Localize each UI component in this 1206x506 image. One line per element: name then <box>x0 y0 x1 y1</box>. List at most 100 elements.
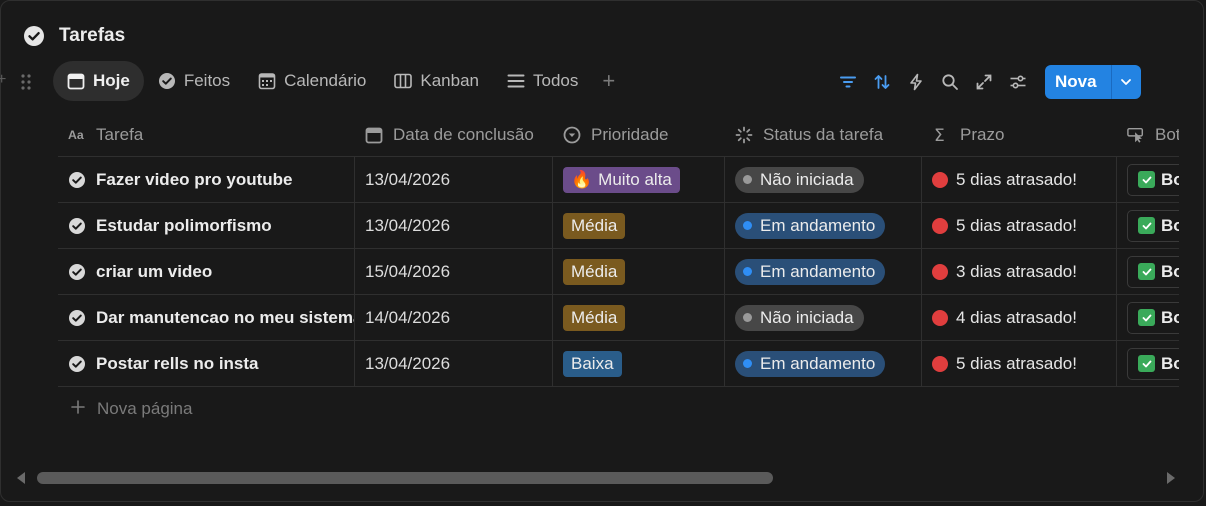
chevron-down-icon <box>1121 79 1131 85</box>
new-entry-button: Nova <box>1045 65 1141 99</box>
column-header-botao[interactable]: Botã <box>1117 113 1179 156</box>
column-header-prazo[interactable]: Σ Prazo <box>922 113 1117 156</box>
check-circle-icon <box>69 309 85 326</box>
tab-todos[interactable]: Todos <box>493 61 592 101</box>
column-label: Botã <box>1155 124 1179 144</box>
cell-status[interactable]: Não iniciada <box>725 295 922 340</box>
checkbox-icon <box>1138 355 1155 372</box>
fire-icon: 🔥 <box>571 169 593 189</box>
formula-sigma-icon: Σ <box>932 126 950 144</box>
cell-priority[interactable]: Média <box>553 203 725 248</box>
cell-date[interactable]: 13/04/2026 <box>355 341 553 386</box>
cell-button: Bot <box>1117 341 1179 386</box>
plus-icon <box>71 399 85 419</box>
cell-task[interactable]: Estudar polimorfismo <box>58 203 355 248</box>
calendar-icon <box>67 72 85 90</box>
page-title[interactable]: Tarefas <box>59 25 125 47</box>
column-label: Status da tarefa <box>763 124 884 144</box>
table-row[interactable]: Fazer video pro youtube 13/04/2026 🔥 Mui… <box>58 157 1179 203</box>
tab-hoje[interactable]: Hoje <box>53 61 144 101</box>
cell-button: Bot <box>1117 249 1179 294</box>
column-header-tarefa[interactable]: Aa Tarefa <box>58 113 355 156</box>
status-label: Em andamento <box>760 215 876 235</box>
settings-sliders-icon[interactable] <box>1001 65 1035 99</box>
table-row[interactable]: Postar rells no insta 13/04/2026 Baixa E… <box>58 341 1179 387</box>
pointer-icon <box>1127 126 1145 144</box>
cell-deadline[interactable]: 5 dias atrasado! <box>922 203 1117 248</box>
new-button[interactable]: Nova <box>1045 65 1111 99</box>
expand-icon[interactable] <box>967 65 1001 99</box>
lightning-icon[interactable] <box>899 65 933 99</box>
row-action-button[interactable]: Bot <box>1127 301 1179 334</box>
red-circle-icon <box>932 217 948 234</box>
cell-task[interactable]: criar um video <box>58 249 355 294</box>
cell-status[interactable]: Não iniciada <box>725 157 922 202</box>
select-icon <box>563 126 581 144</box>
cell-priority[interactable]: Baixa <box>553 341 725 386</box>
cell-status[interactable]: Em andamento <box>725 203 922 248</box>
table-row[interactable]: Estudar polimorfismo 13/04/2026 Média Em… <box>58 203 1179 249</box>
cell-task[interactable]: Fazer video pro youtube <box>58 157 355 202</box>
cell-date[interactable]: 13/04/2026 <box>355 203 553 248</box>
horizontal-scrollbar[interactable] <box>15 469 1177 487</box>
cell-priority[interactable]: Média <box>553 295 725 340</box>
task-title: Estudar polimorfismo <box>96 215 272 235</box>
scrollbar-thumb[interactable] <box>37 472 773 484</box>
filter-icon[interactable] <box>831 65 865 99</box>
search-icon[interactable] <box>933 65 967 99</box>
new-page-button[interactable]: Nova página <box>71 399 192 419</box>
cell-deadline[interactable]: 5 dias atrasado! <box>922 157 1117 202</box>
cell-deadline[interactable]: 4 dias atrasado! <box>922 295 1117 340</box>
table-row[interactable]: Dar manutencao no meu sistema 14/04/2026… <box>58 295 1179 341</box>
kanban-icon <box>394 72 413 90</box>
row-action-button[interactable]: Bot <box>1127 347 1179 380</box>
cell-task[interactable]: Postar rells no insta <box>58 341 355 386</box>
cell-status[interactable]: Em andamento <box>725 249 922 294</box>
cell-deadline[interactable]: 5 dias atrasado! <box>922 341 1117 386</box>
button-label: Bot <box>1161 169 1179 189</box>
scroll-right-arrow-icon[interactable] <box>1167 472 1175 484</box>
scroll-left-arrow-icon[interactable] <box>17 472 25 484</box>
new-options-dropdown[interactable] <box>1110 65 1141 99</box>
new-page-label: Nova página <box>97 399 193 418</box>
cell-task[interactable]: Dar manutencao no meu sistema <box>58 295 355 340</box>
cell-priority[interactable]: Média <box>553 249 725 294</box>
database-view: Tarefas + Hoje Feitos Calendário Kanban … <box>0 0 1204 502</box>
cell-date[interactable]: 15/04/2026 <box>355 249 553 294</box>
cell-priority[interactable]: 🔥 Muito alta <box>553 157 725 202</box>
check-circle-icon <box>69 263 85 280</box>
calendar-grid-icon <box>258 72 276 90</box>
add-block-icon[interactable]: + <box>0 71 6 89</box>
tab-label: Kanban <box>420 71 479 90</box>
drag-handle-icon[interactable] <box>20 73 32 91</box>
button-label: Bot <box>1161 353 1179 373</box>
sort-icon[interactable] <box>865 65 899 99</box>
column-header-data[interactable]: Data de conclusão <box>355 113 553 156</box>
task-title: Fazer video pro youtube <box>96 169 293 189</box>
add-view-icon[interactable]: + <box>592 61 625 101</box>
tab-label: Hoje <box>93 71 130 90</box>
tab-calendario[interactable]: Calendário <box>244 61 380 101</box>
priority-label: Muito alta <box>598 169 672 189</box>
tab-kanban[interactable]: Kanban <box>380 61 493 101</box>
row-action-button[interactable]: Bot <box>1127 255 1179 288</box>
red-circle-icon <box>932 309 948 326</box>
row-action-button[interactable]: Bot <box>1127 209 1179 242</box>
column-header-prioridade[interactable]: Prioridade <box>553 113 725 156</box>
column-label: Data de conclusão <box>393 124 534 144</box>
priority-label: Média <box>571 261 618 281</box>
column-header-status[interactable]: Status da tarefa <box>725 113 922 156</box>
tab-label: Feitos <box>183 71 231 90</box>
view-toolbar: Nova <box>831 65 1141 99</box>
table-row[interactable]: criar um video 15/04/2026 Média Em andam… <box>58 249 1179 295</box>
view-tabs-row: + Hoje Feitos Calendário Kanban Todos + … <box>0 61 1206 101</box>
cell-deadline[interactable]: 3 dias atrasado! <box>922 249 1117 294</box>
row-action-button[interactable]: Bot <box>1127 163 1179 196</box>
cell-date[interactable]: 13/04/2026 <box>355 157 553 202</box>
tab-feitos[interactable]: Feitos <box>144 61 244 101</box>
cell-status[interactable]: Em andamento <box>725 341 922 386</box>
tab-label: Calendário <box>284 71 367 90</box>
status-label: Não iniciada <box>760 169 854 189</box>
status-tag: Não iniciada <box>735 304 864 331</box>
cell-date[interactable]: 14/04/2026 <box>355 295 553 340</box>
